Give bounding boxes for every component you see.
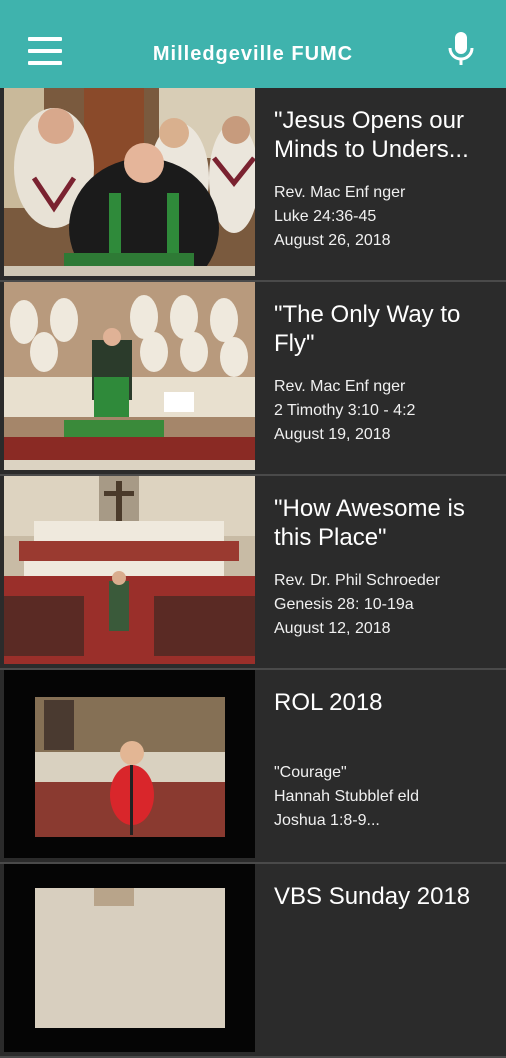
app-header: Milledgeville FUMC xyxy=(0,0,506,88)
sermon-list: "Jesus Opens our Minds to Unders... Rev.… xyxy=(0,88,506,1058)
sermon-thumbnail xyxy=(4,864,255,1052)
app-title: Milledgeville FUMC xyxy=(152,43,354,65)
sermon-date: August 26, 2018 xyxy=(274,232,391,249)
sermon-title: ROL 2018 xyxy=(274,689,383,716)
sermon-speaker: Rev. Mac Enf nger xyxy=(274,184,406,201)
sermon-item[interactable]: "The Only Way to Fly" Rev. Mac Enf nger … xyxy=(0,282,506,476)
sermon-title: VBS Sunday 2018 xyxy=(274,883,471,910)
sermon-date: August 12, 2018 xyxy=(274,620,391,637)
sermon-thumbnail xyxy=(4,88,255,276)
sermon-item[interactable]: VBS Sunday 2018 xyxy=(0,864,506,1058)
sermon-date: August 19, 2018 xyxy=(274,426,391,443)
sermon-thumbnail xyxy=(4,282,255,470)
sermon-title: "Jesus Opens our Minds to Unders... xyxy=(274,107,469,163)
sermon-scripture: Luke 24:36-45 xyxy=(274,208,377,225)
sermon-title: "The Only Way to Fly" xyxy=(274,301,461,357)
sermon-item[interactable]: "How Awesome is this Place" Rev. Dr. Phi… xyxy=(0,476,506,670)
microphone-icon[interactable] xyxy=(445,30,477,70)
sermon-scripture: 2 Timothy 3:10 - 4:2 xyxy=(274,402,416,419)
sermon-thumbnail xyxy=(4,476,255,664)
sermon-item[interactable]: ROL 2018 "Courage" Hannah Stubblef eld J… xyxy=(0,670,506,864)
sermon-speaker: Rev. Mac Enf nger xyxy=(274,378,406,395)
sermon-item[interactable]: "Jesus Opens our Minds to Unders... Rev.… xyxy=(0,88,506,282)
sermon-scripture: Genesis 28: 10-19a xyxy=(274,596,414,613)
sermon-thumbnail xyxy=(4,670,255,858)
sermon-scripture: Joshua 1:8-9... xyxy=(274,812,380,829)
sermon-speaker: Rev. Dr. Phil Schroeder xyxy=(274,572,440,589)
sermon-subtitle: "Courage" xyxy=(274,764,347,781)
sermon-title: "How Awesome is this Place" xyxy=(274,495,465,551)
sermon-speaker: Hannah Stubblef eld xyxy=(274,788,419,805)
